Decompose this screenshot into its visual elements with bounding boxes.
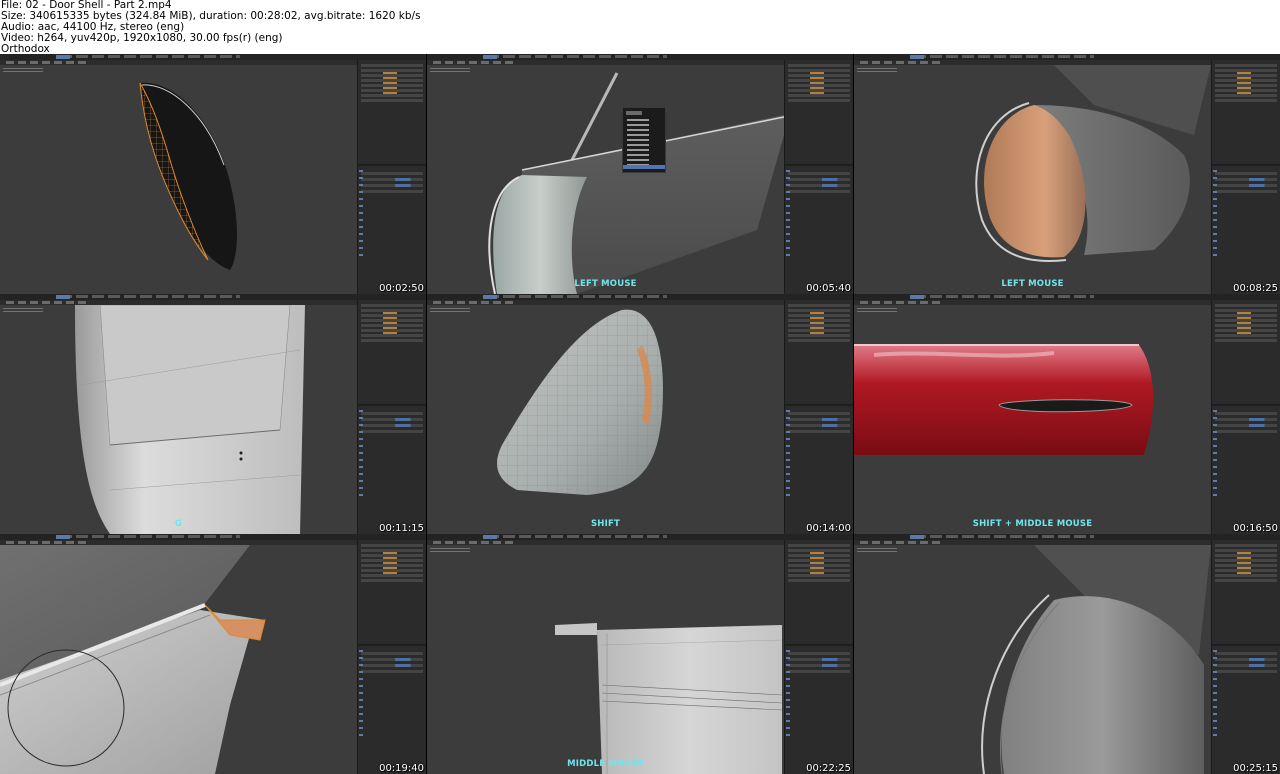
3d-viewport [427,545,784,774]
door-shell-model [488,72,784,294]
thumbnail-grid: 00:02:50 LEFT MOUSE 00:05:40 LEFT MOUSE … [0,54,1280,774]
red-door-model [854,344,1154,455]
door-corner-model [0,545,266,774]
menu-selected-item[interactable] [623,165,665,169]
file-size-line: Size: 340615335 bytes (324.84 MiB), dura… [1,10,421,22]
3d-viewport [0,545,357,774]
thumbnail[interactable]: MIDDLE MOUSE 00:22:25 [427,534,853,774]
keypress-caption: G [174,519,183,529]
file-info-header: File: 02 - Door Shell - Part 2.mp4 Size:… [0,0,1280,55]
thumbnail[interactable]: SHIFT + MIDDLE MOUSE 00:16:50 [854,294,1280,534]
timestamp: 00:16:50 [1233,523,1278,534]
timestamp: 00:25:15 [1233,763,1278,774]
thumbnail[interactable]: LEFT MOUSE 00:05:40 [427,54,853,294]
3d-viewport [854,305,1211,534]
keypress-caption: SHIFT [590,519,620,529]
door-shell-model [981,545,1211,774]
3d-viewport [0,65,357,294]
door-shell-model [975,65,1211,262]
timestamp: 00:02:50 [379,283,424,294]
properties-sidebar [357,60,426,294]
properties-sidebar [357,540,426,774]
properties-sidebar [784,540,853,774]
door-inner-panel-model [75,305,305,534]
thumbnail[interactable]: LEFT MOUSE 00:08:25 [854,54,1280,294]
thumbnail[interactable]: 00:02:50 [0,54,426,294]
timestamp: 00:22:25 [806,763,851,774]
3d-viewport [854,65,1211,294]
properties-sidebar [1211,540,1280,774]
timestamp: 00:05:40 [806,283,851,294]
keypress-caption: LEFT MOUSE [1001,279,1064,289]
3d-viewport [427,65,784,294]
3d-viewport [427,305,784,534]
3d-viewport [0,305,357,534]
properties-sidebar [1211,60,1280,294]
thumbnail[interactable]: SHIFT 00:14:00 [427,294,853,534]
context-menu[interactable] [622,107,666,173]
timestamp: 00:14:00 [806,523,851,534]
keypress-caption: SHIFT + MIDDLE MOUSE [972,519,1093,529]
properties-sidebar [784,60,853,294]
timestamp: 00:08:25 [1233,283,1278,294]
video-info-line: Video: h264, yuv420p, 1920x1080, 30.00 f… [1,32,283,44]
properties-sidebar [357,300,426,534]
door-panel-model [555,623,783,774]
properties-sidebar [1211,300,1280,534]
3d-viewport [854,545,1211,774]
timestamp: 00:19:40 [379,763,424,774]
door-shell-model [497,309,663,495]
keypress-caption: MIDDLE MOUSE [567,759,644,769]
timestamp: 00:11:15 [379,523,424,534]
properties-sidebar [784,300,853,534]
door-panel-model [139,82,237,270]
thumbnail[interactable]: 00:19:40 [0,534,426,774]
keypress-caption: LEFT MOUSE [574,279,637,289]
thumbnail[interactable]: 00:25:15 [854,534,1280,774]
thumbnail[interactable]: G 00:11:15 [0,294,426,534]
